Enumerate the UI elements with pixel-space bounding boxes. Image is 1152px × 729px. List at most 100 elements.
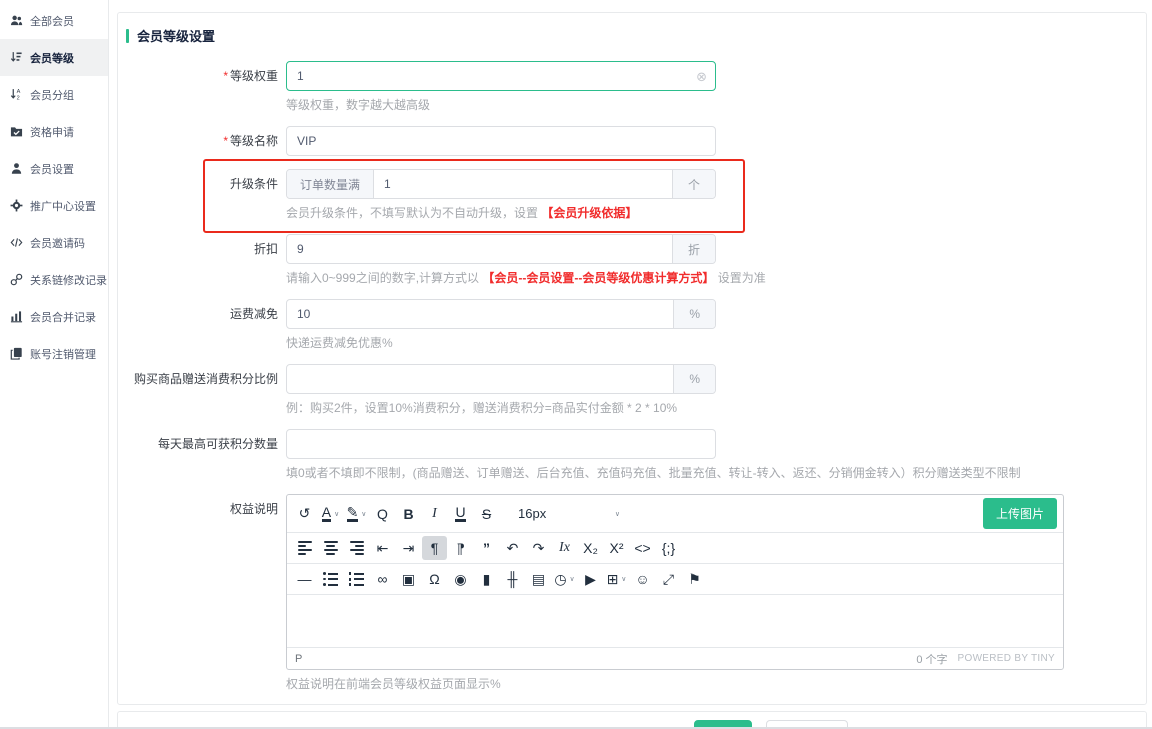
- editor-toolbar-row-2: ⇤⇥¶¶”↶↷IxX₂X²<>{;}: [287, 533, 1063, 564]
- field-row-benefits: 权益说明 ↺A∨✎∨QBIUS16px∨上传图片 ⇤⇥¶¶”↶↷IxX₂X²<>…: [126, 494, 1130, 692]
- undo-icon[interactable]: ↶: [500, 536, 525, 560]
- sidebar-item-1[interactable]: 全部会员: [0, 2, 108, 39]
- horizontal-rule-icon[interactable]: —: [292, 567, 317, 591]
- code-sample-icon[interactable]: {;}: [656, 536, 681, 560]
- upload-image-button[interactable]: 上传图片: [983, 498, 1057, 529]
- main-content: 会员等级设置 *等级权重 ⊗ 等级权重，数字越大越高级 *: [109, 0, 1152, 729]
- align-center-icon[interactable]: [318, 536, 343, 560]
- points-max-input[interactable]: [287, 430, 715, 458]
- rtl-icon[interactable]: ¶: [448, 536, 473, 560]
- discount-calc-link[interactable]: 【会员--会员设置--会员等级优惠计算方式】: [482, 271, 714, 285]
- points-ratio-label: 购买商品赠送消费积分比例: [126, 364, 286, 416]
- table-icon[interactable]: ⊞∨: [604, 567, 629, 591]
- field-row-level-name: *等级名称: [126, 126, 1130, 156]
- shipping-discount-input[interactable]: [287, 300, 673, 328]
- required-asterisk: *: [223, 69, 228, 83]
- indent-icon[interactable]: ⇥: [396, 536, 421, 560]
- blockquote-icon[interactable]: ”: [474, 536, 499, 560]
- italic-icon[interactable]: I: [422, 502, 447, 526]
- sidebar: 全部会员会员等级 A2 会员分组资格申请会员设置推广中心设置会员邀请码关系链修改记录…: [0, 0, 109, 729]
- print-icon[interactable]: ▤: [526, 567, 551, 591]
- sidebar-item-2[interactable]: 会员等级: [0, 39, 108, 76]
- clear-input-icon[interactable]: ⊗: [696, 70, 707, 83]
- chevron-down-icon: ∨: [621, 575, 626, 583]
- rich-text-editor: ↺A∨✎∨QBIUS16px∨上传图片 ⇤⇥¶¶”↶↷IxX₂X²<>{;} —…: [286, 494, 1064, 670]
- page-break-icon[interactable]: ╫: [500, 567, 525, 591]
- align-left-icon[interactable]: [292, 536, 317, 560]
- superscript-icon[interactable]: X²: [604, 536, 629, 560]
- sidebar-item-5[interactable]: 会员设置: [0, 150, 108, 187]
- sort-level-icon: [10, 51, 23, 64]
- field-row-upgrade-condition: 升级条件 订单数量满 个 会员升级条件，不填写默认为不自动升级，设置 【会员升级…: [126, 169, 1130, 221]
- ltr-icon[interactable]: ¶: [422, 536, 447, 560]
- subscript-icon[interactable]: X₂: [578, 536, 603, 560]
- field-row-points-ratio: 购买商品赠送消费积分比例 % 例：购买2件，设置10%消费积分，赠送消费积分=商…: [126, 364, 1130, 416]
- format-paint-icon[interactable]: ⚑: [682, 567, 707, 591]
- discount-unit: 折: [672, 235, 715, 263]
- points-max-helper: 填0或者不填即不限制，(商品赠送、订单赠送、后台充值、充值码充值、批量充值、转让…: [286, 465, 1021, 481]
- sort-group-icon: A2: [10, 88, 23, 101]
- code-icon[interactable]: <>: [630, 536, 655, 560]
- sidebar-item-10[interactable]: 账号注销管理: [0, 335, 108, 372]
- chevron-down-icon: ∨: [570, 575, 575, 583]
- numbered-list-icon[interactable]: [344, 567, 369, 591]
- field-row-discount: 折扣 折 请输入0~999之间的数字,计算方式以 【会员--会员设置--会员等级…: [126, 234, 1130, 286]
- chart-icon: [10, 310, 23, 323]
- sidebar-item-3[interactable]: A2 会员分组: [0, 76, 108, 113]
- sidebar-item-4[interactable]: 资格申请: [0, 113, 108, 150]
- level-weight-label: *等级权重: [126, 61, 286, 113]
- element-path[interactable]: P: [295, 653, 302, 665]
- level-name-input[interactable]: [287, 127, 715, 155]
- editor-toolbar-row-3: — ∞▣Ω◉▮╫▤◷∨▶⊞∨☺⤢⚑: [287, 564, 1063, 595]
- sidebar-item-8[interactable]: 关系链修改记录: [0, 261, 108, 298]
- sidebar-item-label: 会员设置: [30, 161, 74, 177]
- restore-draft-icon[interactable]: ↺: [292, 502, 317, 526]
- image-icon[interactable]: ▣: [396, 567, 421, 591]
- discount-helper: 请输入0~999之间的数字,计算方式以 【会员--会员设置--会员等级优惠计算方…: [286, 270, 766, 286]
- title-accent-bar: [126, 29, 129, 43]
- underline-icon[interactable]: U: [448, 502, 473, 526]
- media-icon[interactable]: ▶: [578, 567, 603, 591]
- anchor-icon[interactable]: ▮: [474, 567, 499, 591]
- redo-icon[interactable]: ↷: [526, 536, 551, 560]
- sidebar-item-label: 资格申请: [30, 124, 74, 140]
- align-right-icon[interactable]: [344, 536, 369, 560]
- upgrade-condition-input[interactable]: [374, 170, 672, 198]
- sidebar-item-6[interactable]: 推广中心设置: [0, 187, 108, 224]
- special-char-icon[interactable]: Ω: [422, 567, 447, 591]
- sidebar-item-9[interactable]: 会员合并记录: [0, 298, 108, 335]
- emoji-icon[interactable]: ☺: [630, 567, 655, 591]
- upgrade-basis-link[interactable]: 【会员升级依据】: [541, 206, 637, 220]
- sidebar-item-7[interactable]: 会员邀请码: [0, 224, 108, 261]
- bold-icon[interactable]: B: [396, 502, 421, 526]
- preview-icon[interactable]: ◉: [448, 567, 473, 591]
- shipping-discount-helper: 快递运费减免优惠%: [286, 335, 716, 351]
- fullscreen-icon[interactable]: ⤢: [656, 567, 681, 591]
- font-size-value: 16px: [518, 506, 546, 521]
- sidebar-item-label: 会员分组: [30, 87, 74, 103]
- text-color-icon[interactable]: A∨: [318, 502, 343, 526]
- level-weight-input[interactable]: [287, 62, 696, 90]
- member-level-settings-card: 会员等级设置 *等级权重 ⊗ 等级权重，数字越大越高级 *: [117, 12, 1147, 705]
- font-size-select[interactable]: 16px∨: [510, 502, 628, 526]
- link-icon[interactable]: ∞: [370, 567, 395, 591]
- datetime-icon[interactable]: ◷∨: [552, 567, 577, 591]
- sidebar-item-label: 全部会员: [30, 13, 74, 29]
- shipping-discount-input-group: %: [286, 299, 716, 329]
- bullet-list-icon[interactable]: [318, 567, 343, 591]
- file-copy-icon: [10, 347, 23, 360]
- outdent-icon[interactable]: ⇤: [370, 536, 395, 560]
- level-name-label: *等级名称: [126, 126, 286, 156]
- discount-input[interactable]: [287, 235, 672, 263]
- code-icon: [10, 236, 23, 249]
- level-name-input-box: [286, 126, 716, 156]
- points-ratio-input[interactable]: [287, 365, 673, 393]
- strikethrough-icon[interactable]: S: [474, 502, 499, 526]
- sidebar-item-label: 会员邀请码: [30, 235, 85, 251]
- user-icon: [10, 162, 23, 175]
- discount-input-group: 折: [286, 234, 716, 264]
- search-replace-icon[interactable]: Q: [370, 502, 395, 526]
- highlight-color-icon[interactable]: ✎∨: [344, 502, 369, 526]
- clear-format-icon[interactable]: Ix: [552, 536, 577, 560]
- editor-content-area[interactable]: [287, 595, 1063, 647]
